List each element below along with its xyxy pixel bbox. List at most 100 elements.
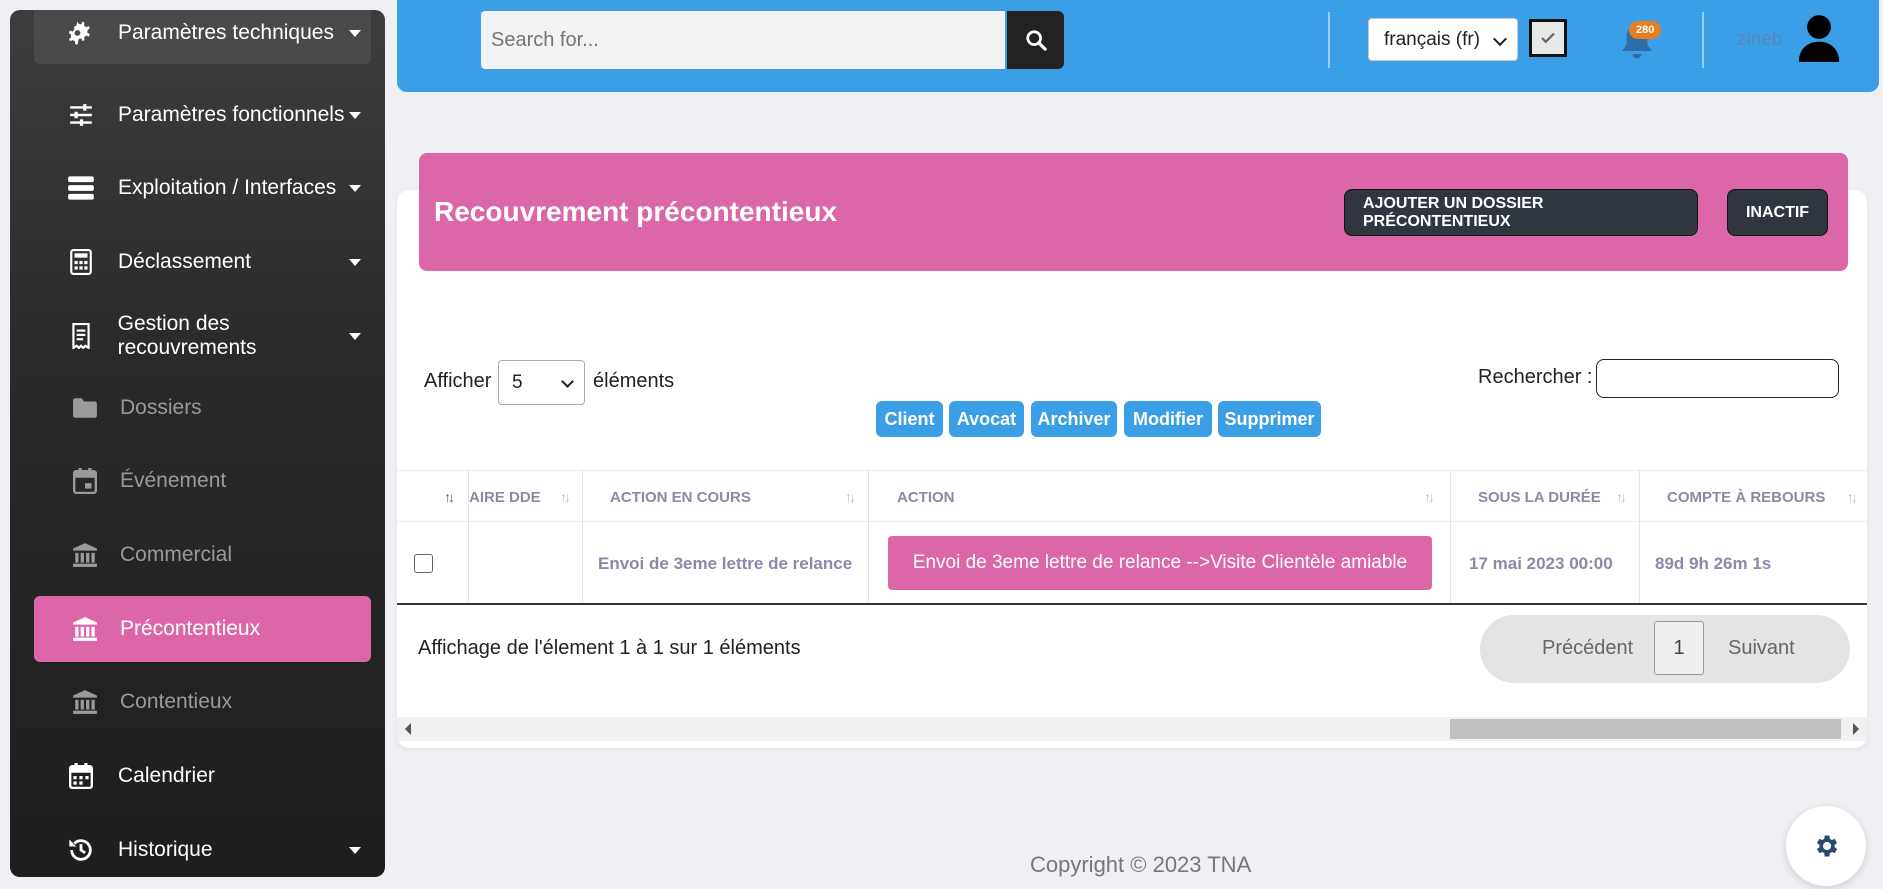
- sidebar-item-dossiers[interactable]: Dossiers: [34, 377, 371, 439]
- folder-icon: [70, 393, 100, 423]
- column-header-aire-dde[interactable]: AIRE DDE: [469, 471, 541, 523]
- language-select[interactable]: français (fr): [1368, 18, 1518, 61]
- pagination-page-current[interactable]: 1: [1654, 621, 1704, 675]
- sidebar-item-parametres-techniques[interactable]: Paramètres techniques: [34, 10, 371, 64]
- sliders-icon: [66, 100, 96, 130]
- history-icon: [66, 835, 96, 865]
- sidebar-item-parametres-fonctionnels[interactable]: Paramètres fonctionnels: [34, 84, 371, 146]
- client-button[interactable]: Client: [876, 401, 943, 437]
- sidebar-item-declassement[interactable]: Déclassement: [34, 231, 371, 293]
- sidebar-item-label: Dossiers: [120, 396, 202, 419]
- chevron-down-icon: [349, 259, 361, 266]
- chevron-down-icon: [1492, 31, 1508, 47]
- page-banner: Recouvrement précontentieux AJOUTER UN D…: [419, 153, 1848, 271]
- sidebar-item-historique[interactable]: Historique: [34, 819, 371, 877]
- sidebar-item-precontentieux[interactable]: Précontentieux: [34, 596, 371, 662]
- modifier-button[interactable]: Modifier: [1124, 401, 1212, 437]
- calendar-event-icon: [70, 466, 100, 496]
- table-info: Affichage de l'élement 1 à 1 sur 1 éléme…: [418, 637, 801, 659]
- sidebar-item-label: Calendrier: [118, 764, 215, 787]
- page-length-select[interactable]: 5: [498, 360, 585, 405]
- copyright: Copyright © 2023 TNA: [1030, 852, 1252, 877]
- language-value: français (fr): [1384, 28, 1481, 50]
- sort-icon[interactable]: ↑↓: [845, 489, 856, 505]
- chevron-down-icon: [349, 112, 361, 119]
- calculator-icon: [66, 247, 96, 277]
- table-search-label: Rechercher :: [1478, 366, 1593, 388]
- add-precontentieux-button[interactable]: AJOUTER UN DOSSIER PRÉCONTENTIEUX: [1344, 189, 1698, 236]
- sidebar-item-evenement[interactable]: Événement: [34, 450, 371, 512]
- sidebar-item-contentieux[interactable]: Contentieux: [34, 671, 371, 733]
- sort-icon[interactable]: ↑↓: [1847, 489, 1858, 505]
- bank-icon: [70, 540, 100, 570]
- sidebar-item-label: Paramètres techniques: [118, 21, 334, 44]
- sidebar-item-label: Gestion des recouvrements: [117, 312, 257, 359]
- sidebar-item-label: Événement: [120, 469, 227, 492]
- notification-badge: 280: [1629, 21, 1662, 39]
- pagination: Précédent 1 Suivant: [1480, 615, 1850, 683]
- scrollbar-thumb[interactable]: [1450, 719, 1841, 739]
- sidebar-item-exploitation-interfaces[interactable]: Exploitation / Interfaces: [34, 157, 371, 219]
- table-search-input[interactable]: [1596, 359, 1839, 398]
- gears-icon: [66, 18, 96, 48]
- gear-icon: [1817, 835, 1838, 857]
- supprimer-button[interactable]: Supprimer: [1218, 401, 1321, 437]
- bank-icon: [70, 614, 100, 644]
- cell-sous-la-duree: 17 mai 2023 00:00: [1469, 553, 1613, 573]
- calendar-icon: [66, 761, 96, 791]
- scroll-left-icon[interactable]: [405, 723, 411, 735]
- page-length-value: 5: [512, 371, 523, 393]
- receipt-icon: [66, 321, 96, 351]
- sidebar-item-label: Historique: [118, 838, 213, 861]
- inactive-button[interactable]: INACTIF: [1727, 189, 1828, 236]
- column-header-sous-la-duree[interactable]: SOUS LA DURÉE: [1478, 471, 1601, 523]
- archiver-button[interactable]: Archiver: [1031, 401, 1117, 437]
- search-button[interactable]: [1007, 11, 1064, 69]
- elements-label: éléments: [593, 370, 675, 392]
- sidebar-item-label: Déclassement: [118, 250, 252, 273]
- sidebar-item-label: Précontentieux: [120, 617, 261, 640]
- sidebar-item-calendrier[interactable]: Calendrier: [34, 745, 371, 807]
- sidebar-item-label: Exploitation / Interfaces: [118, 176, 337, 199]
- settings-fab[interactable]: [1786, 806, 1866, 886]
- sort-icon[interactable]: ↑↓: [444, 489, 455, 505]
- cell-action-en-cours: Envoi de 3eme lettre de relance: [598, 553, 853, 573]
- server-icon: [66, 173, 96, 203]
- sidebar: Paramètres techniques Paramètres fonctio…: [10, 10, 385, 877]
- column-header-action-en-cours[interactable]: ACTION EN COURS: [610, 471, 751, 523]
- header-checkbox[interactable]: [1529, 19, 1567, 57]
- page-title: Recouvrement précontentieux: [434, 196, 837, 227]
- header-divider: [1328, 12, 1330, 68]
- global-search-input[interactable]: [481, 11, 1005, 69]
- user-avatar-icon[interactable]: [1797, 14, 1841, 62]
- column-header-action[interactable]: ACTION: [897, 471, 955, 523]
- chevron-down-icon: [349, 185, 361, 192]
- header-divider: [1702, 12, 1704, 68]
- chevron-down-icon: [349, 30, 361, 37]
- row-checkbox[interactable]: [414, 554, 433, 573]
- search-icon: [1025, 30, 1047, 51]
- sort-icon[interactable]: ↑↓: [560, 489, 571, 505]
- top-header: français (fr) 280 zineb: [397, 0, 1879, 92]
- scroll-right-icon[interactable]: [1853, 723, 1859, 735]
- sort-icon[interactable]: ↑↓: [1616, 489, 1627, 505]
- sidebar-item-label: Commercial: [120, 543, 233, 566]
- chevron-down-icon: [349, 847, 361, 854]
- table-row: Envoi de 3eme lettre de relance Envoi de…: [397, 522, 1867, 605]
- user-name[interactable]: zineb: [1737, 29, 1782, 51]
- pagination-next[interactable]: Suivant: [1728, 637, 1795, 660]
- sidebar-item-commercial[interactable]: Commercial: [34, 524, 371, 586]
- pagination-previous[interactable]: Précédent: [1542, 637, 1633, 660]
- show-label: Afficher: [424, 370, 492, 392]
- sidebar-item-gestion-recouvrements[interactable]: Gestion des recouvrements: [34, 305, 371, 367]
- chevron-down-icon: [561, 375, 574, 388]
- sidebar-item-label: Paramètres fonctionnels: [118, 103, 345, 126]
- chevron-down-icon: [349, 333, 361, 340]
- row-action-button[interactable]: Envoi de 3eme lettre de relance -->Visit…: [888, 536, 1432, 590]
- column-header-compte-a-rebours[interactable]: COMPTE À REBOURS: [1667, 471, 1825, 523]
- sort-icon[interactable]: ↑↓: [1424, 489, 1435, 505]
- cell-compte-a-rebours: 89d 9h 26m 1s: [1655, 553, 1772, 573]
- avocat-button[interactable]: Avocat: [949, 401, 1024, 437]
- check-icon: [1541, 32, 1555, 44]
- horizontal-scrollbar[interactable]: [397, 717, 1867, 741]
